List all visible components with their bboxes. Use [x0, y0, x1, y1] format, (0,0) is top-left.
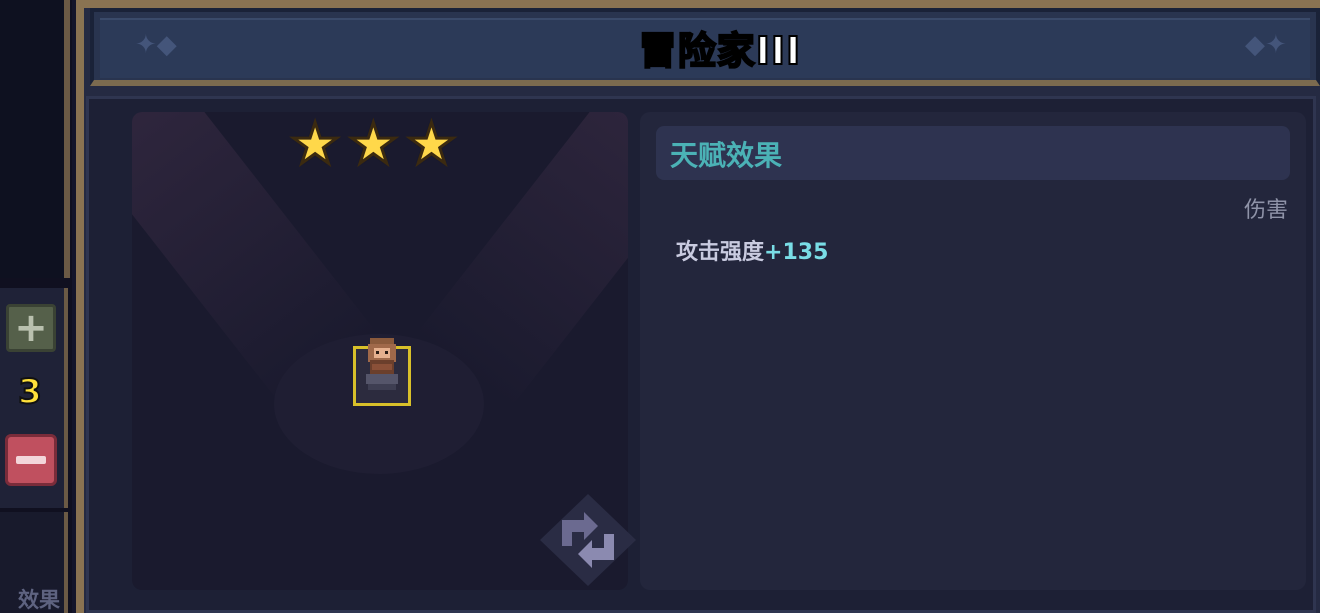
talent-title: 天赋效果	[670, 139, 783, 172]
talent-stat-line: 攻击强度+135	[676, 234, 828, 266]
star-icon: ★	[347, 112, 400, 177]
minus-button[interactable]	[5, 434, 57, 486]
talent-panel	[640, 112, 1306, 590]
star-rating: ★ ★ ★	[288, 112, 458, 177]
talent-category-tag: 伤害	[1243, 198, 1288, 223]
minus-icon	[16, 456, 46, 464]
stat-value: +135	[764, 240, 829, 265]
quantity-count: 3	[17, 371, 43, 413]
plus-icon: +	[14, 305, 48, 351]
stat-name: 攻击强度	[676, 240, 765, 265]
adventurer-sprite	[366, 338, 398, 390]
swap-icon[interactable]	[540, 494, 636, 586]
plus-button[interactable]: +	[6, 304, 56, 352]
effect-tab-label[interactable]: 效果	[18, 584, 60, 613]
star-icon: ★	[405, 112, 458, 177]
dialog-title: 冒险家III	[638, 28, 802, 74]
star-icon: ★	[288, 112, 341, 177]
